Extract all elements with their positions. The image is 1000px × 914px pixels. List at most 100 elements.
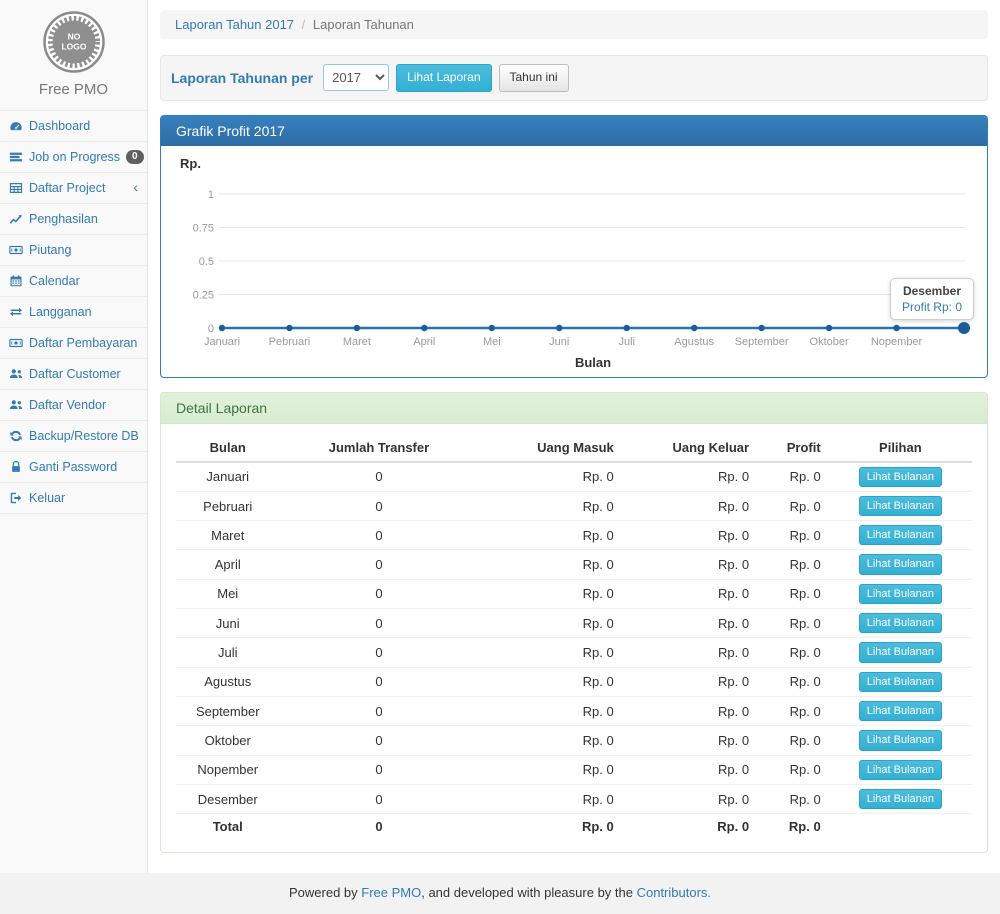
calendar-icon [9,274,23,288]
chart-tooltip: Desember Profit Rp: 0 [890,278,974,320]
x-category-label: Mei [483,336,501,348]
lihat-bulanan-button[interactable]: Lihat Bulanan [859,642,942,662]
chart-point[interactable] [826,324,832,330]
cell-profit: Rp. 0 [757,726,829,755]
users-icon [9,367,23,381]
chart-point[interactable] [286,324,292,330]
cell-bulan: September [176,696,279,725]
cell-bulan: Pebruari [176,491,279,520]
table-row: April0Rp. 0Rp. 0Rp. 0Lihat Bulanan [176,550,972,579]
lihat-bulanan-button[interactable]: Lihat Bulanan [859,496,942,516]
chart-point[interactable] [624,324,630,330]
lihat-bulanan-button[interactable]: Lihat Bulanan [859,525,942,545]
sidebar-item-daftar-pembayaran[interactable]: Daftar Pembayaran [0,327,147,358]
lihat-bulanan-button[interactable]: Lihat Bulanan [859,672,942,692]
free-pmo-link[interactable]: Free PMO [361,885,421,900]
sidebar-item-keluar[interactable]: Keluar [0,482,147,514]
chart-point[interactable] [893,324,899,330]
x-category-label: Juni [549,336,569,348]
sidebar-item-backup-restore-db[interactable]: Backup/Restore DB [0,420,147,451]
sidebar-item-daftar-customer[interactable]: Daftar Customer [0,358,147,389]
cell-bulan: Juni [176,609,279,638]
cell-uang-keluar: Rp. 0 [622,609,757,638]
detail-panel-title: Detail Laporan [161,393,987,424]
lihat-bulanan-button[interactable]: Lihat Bulanan [859,760,942,780]
breadcrumb-link[interactable]: Laporan Tahun 2017 [175,17,294,32]
lihat-bulanan-button[interactable]: Lihat Bulanan [859,584,942,604]
cell-bulan: Oktober [176,726,279,755]
cell-uang-keluar: Rp. 0 [622,814,757,840]
cell-pilihan: Lihat Bulanan [829,784,972,813]
lihat-bulanan-button[interactable]: Lihat Bulanan [859,789,942,809]
chart-point-active[interactable] [958,322,970,334]
lihat-bulanan-button[interactable]: Lihat Bulanan [859,613,942,633]
logo-text-line2: LOGO [61,42,86,52]
detail-laporan-panel: Detail Laporan BulanJumlah TransferUang … [160,392,988,853]
cell-bulan: Mei [176,579,279,608]
chart-point[interactable] [556,324,562,330]
sidebar-item-label: Langganan [29,305,92,319]
table-row: Juni0Rp. 0Rp. 0Rp. 0Lihat Bulanan [176,609,972,638]
chart-point[interactable] [691,324,697,330]
table-row: Januari0Rp. 0Rp. 0Rp. 0Lihat Bulanan [176,462,972,492]
sidebar-item-daftar-project[interactable]: Daftar Project‹ [0,172,147,203]
sidebar-item-penghasilan[interactable]: Penghasilan [0,203,147,234]
cell-profit: Rp. 0 [757,784,829,813]
sidebar-item-label: Calendar [29,274,80,288]
sidebar-item-job-on-progress[interactable]: Job on Progress0 [0,141,147,172]
sidebar-item-label: Daftar Project [29,181,105,195]
cell-pilihan: Lihat Bulanan [829,521,972,550]
chart-point[interactable] [219,324,225,330]
lihat-bulanan-button[interactable]: Lihat Bulanan [859,554,942,574]
cell-uang-masuk: Rp. 0 [478,755,621,784]
cell-profit: Rp. 0 [757,579,829,608]
sidebar-item-piutang[interactable]: Piutang [0,234,147,265]
cell-pilihan: Lihat Bulanan [829,550,972,579]
contributors-link[interactable]: Contributors. [637,885,711,900]
cell-uang-keluar: Rp. 0 [622,638,757,667]
chart-point[interactable] [354,324,360,330]
cell-jumlah-transfer: 0 [279,667,478,696]
sidebar-item-daftar-vendor[interactable]: Daftar Vendor [0,389,147,420]
year-select[interactable]: 2017 [323,64,389,91]
cell-uang-masuk: Rp. 0 [478,696,621,725]
cell-pilihan: Lihat Bulanan [829,638,972,667]
chart-point[interactable] [421,324,427,330]
cell-jumlah-transfer: 0 [279,638,478,667]
chart-point[interactable] [489,324,495,330]
y-tick-label: 0.5 [199,256,214,268]
cell-jumlah-transfer: 0 [279,726,478,755]
cell-uang-keluar: Rp. 0 [622,550,757,579]
filter-bar: Laporan Tahunan per 2017 Lihat Laporan T… [160,55,988,101]
lihat-bulanan-button[interactable]: Lihat Bulanan [859,701,942,721]
sidebar-item-langganan[interactable]: Langganan [0,296,147,327]
sidebar-item-ganti-password[interactable]: Ganti Password [0,451,147,482]
x-category-label: Agustus [674,336,714,348]
lihat-laporan-button[interactable]: Lihat Laporan [396,64,491,92]
cell-jumlah-transfer: 0 [279,550,478,579]
lihat-bulanan-button[interactable]: Lihat Bulanan [859,467,942,487]
lock-icon [9,460,23,474]
sidebar-item-dashboard[interactable]: Dashboard [0,110,147,141]
cell-uang-keluar: Rp. 0 [622,491,757,520]
x-category-label: September [735,336,789,348]
chart-point[interactable] [758,324,764,330]
sidebar-item-label: Daftar Customer [29,367,121,381]
breadcrumb-separator: / [302,17,306,32]
content-row: NO LOGO Free PMO DashboardJob on Progres… [0,0,1000,873]
sidebar-item-label: Backup/Restore DB [29,429,139,443]
lihat-bulanan-button[interactable]: Lihat Bulanan [859,730,942,750]
detail-panel-body: BulanJumlah TransferUang MasukUang Kelua… [161,424,987,852]
sidebar-item-label: Penghasilan [29,212,98,226]
cell-uang-keluar: Rp. 0 [622,579,757,608]
cell-uang-masuk: Rp. 0 [478,814,621,840]
tahun-ini-button[interactable]: Tahun ini [499,64,569,92]
cell-jumlah-transfer: 0 [279,696,478,725]
table-row: Desember0Rp. 0Rp. 0Rp. 0Lihat Bulanan [176,784,972,813]
cell-uang-keluar: Rp. 0 [622,667,757,696]
x-category-label: Pebruari [269,336,311,348]
cell-bulan: Juli [176,638,279,667]
sidebar-item-calendar[interactable]: Calendar [0,265,147,296]
chart-panel-title: Grafik Profit 2017 [161,116,987,146]
table-header-row: BulanJumlah TransferUang MasukUang Kelua… [176,434,972,462]
